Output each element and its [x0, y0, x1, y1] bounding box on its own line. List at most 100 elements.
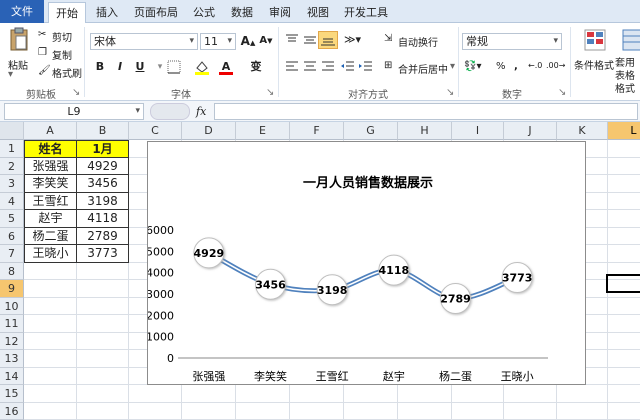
- row-header-6[interactable]: 6: [0, 227, 24, 245]
- row-header-11[interactable]: 11: [0, 315, 24, 333]
- column-header-A[interactable]: A: [24, 122, 77, 140]
- underline-button[interactable]: U: [132, 59, 148, 75]
- row-header-1[interactable]: 1: [0, 140, 24, 158]
- alignment-launcher-icon[interactable]: ↘: [446, 87, 454, 98]
- align-bottom-icon[interactable]: [318, 31, 338, 49]
- table-cell[interactable]: 王晓小: [24, 245, 77, 263]
- table-cell[interactable]: 李笑笑: [24, 175, 77, 193]
- font-size-select[interactable]: 11 ▾: [200, 33, 236, 50]
- name-box[interactable]: L9 ▾: [4, 103, 144, 120]
- table-cell[interactable]: 2789: [77, 227, 129, 245]
- insert-function-button[interactable]: fx: [196, 103, 206, 120]
- wrap-text-button[interactable]: 自动换行: [398, 34, 438, 49]
- column-header-E[interactable]: E: [236, 122, 290, 140]
- row-header-4[interactable]: 4: [0, 192, 24, 210]
- tab-insert[interactable]: 插入: [88, 2, 126, 23]
- column-header-J[interactable]: J: [504, 122, 557, 140]
- table-format-icon[interactable]: [622, 29, 640, 54]
- conditional-format-button[interactable]: 条件格式: [574, 57, 614, 72]
- row-header-10[interactable]: 10: [0, 297, 24, 315]
- table-format-button[interactable]: 套用表格格式: [615, 57, 640, 96]
- table-header-cell[interactable]: 姓名: [24, 140, 77, 158]
- comma-style-button[interactable]: ,: [514, 61, 518, 72]
- row-header-7[interactable]: 7: [0, 245, 24, 263]
- font-size-dropdown-icon[interactable]: ▾: [227, 34, 232, 49]
- column-header-G[interactable]: G: [344, 122, 398, 140]
- shrink-font-icon[interactable]: A▼: [258, 33, 274, 49]
- row-header-13[interactable]: 13: [0, 350, 24, 368]
- currency-icon[interactable]: 💱▾: [464, 61, 481, 72]
- borders-icon[interactable]: [166, 59, 182, 75]
- tab-home[interactable]: 开始: [48, 2, 86, 24]
- column-header-B[interactable]: B: [77, 122, 129, 140]
- copy-button[interactable]: 复制: [52, 47, 72, 62]
- row-header-8[interactable]: 8: [0, 262, 24, 280]
- align-center-icon[interactable]: [302, 59, 318, 76]
- tab-review[interactable]: 审阅: [262, 2, 298, 23]
- column-header-C[interactable]: C: [129, 122, 182, 140]
- column-header-H[interactable]: H: [398, 122, 452, 140]
- table-cell[interactable]: 4929: [77, 157, 129, 175]
- merge-dropdown-icon[interactable]: ▾: [450, 61, 455, 72]
- percent-button[interactable]: %: [496, 61, 506, 72]
- tab-file[interactable]: 文件: [0, 0, 44, 23]
- font-name-dropdown-icon[interactable]: ▾: [189, 34, 194, 49]
- column-header-L[interactable]: L: [608, 122, 640, 140]
- column-header-I[interactable]: I: [452, 122, 504, 140]
- italic-button[interactable]: I: [112, 59, 128, 75]
- table-cell[interactable]: 王雪红: [24, 192, 77, 210]
- align-top-icon[interactable]: [284, 33, 300, 50]
- grow-font-icon[interactable]: A▲: [240, 33, 256, 49]
- align-middle-icon[interactable]: [302, 33, 318, 50]
- align-right-icon[interactable]: [320, 59, 336, 76]
- number-format-select[interactable]: 常规 ▾: [462, 33, 562, 50]
- increase-indent-icon[interactable]: [358, 59, 374, 76]
- conditional-format-icon[interactable]: [584, 29, 606, 54]
- table-cell[interactable]: 3198: [77, 192, 129, 210]
- paste-dropdown-icon[interactable]: ▾: [8, 69, 13, 80]
- increase-decimal-icon[interactable]: ←.0: [528, 61, 542, 70]
- row-header-3[interactable]: 3: [0, 175, 24, 193]
- table-cell[interactable]: 杨二蛋: [24, 227, 77, 245]
- active-cell-cursor[interactable]: [606, 274, 640, 293]
- column-header-F[interactable]: F: [290, 122, 344, 140]
- table-header-cell[interactable]: 1月: [77, 140, 129, 158]
- clipboard-launcher-icon[interactable]: ↘: [72, 87, 80, 98]
- tab-developer[interactable]: 开发工具: [338, 2, 394, 23]
- format-painter-button[interactable]: 格式刷: [52, 65, 82, 80]
- row-header-2[interactable]: 2: [0, 157, 24, 175]
- row-header-15[interactable]: 15: [0, 385, 24, 403]
- tab-view[interactable]: 视图: [300, 2, 336, 23]
- font-launcher-icon[interactable]: ↘: [266, 87, 274, 98]
- font-name-select[interactable]: 宋体 ▾: [90, 33, 198, 50]
- table-cell[interactable]: 3456: [77, 175, 129, 193]
- tab-page-layout[interactable]: 页面布局: [128, 2, 184, 23]
- paste-icon[interactable]: [8, 27, 30, 53]
- row-header-12[interactable]: 12: [0, 332, 24, 350]
- column-header-K[interactable]: K: [557, 122, 608, 140]
- fill-color-icon[interactable]: [194, 59, 210, 75]
- number-launcher-icon[interactable]: ↘: [558, 87, 566, 98]
- cut-button[interactable]: 剪切: [52, 29, 72, 44]
- number-format-dropdown-icon[interactable]: ▾: [553, 34, 558, 49]
- row-header-14[interactable]: 14: [0, 367, 24, 385]
- phonetic-button[interactable]: 变: [248, 59, 264, 75]
- column-header-D[interactable]: D: [182, 122, 236, 140]
- decrease-indent-icon[interactable]: [340, 59, 356, 76]
- table-cell[interactable]: 4118: [77, 210, 129, 228]
- line-chart[interactable]: 一月人员销售数据展示 0 1000 2000 3000 4000 5000 6000 张强强 李…: [146, 141, 586, 385]
- row-header-9[interactable]: 9: [0, 280, 24, 298]
- table-cell[interactable]: 3773: [77, 245, 129, 263]
- bold-button[interactable]: B: [92, 59, 108, 75]
- select-all-corner[interactable]: [0, 122, 24, 140]
- font-color-button[interactable]: A: [218, 59, 234, 75]
- decrease-decimal-icon[interactable]: .00→: [546, 61, 565, 70]
- merge-center-button[interactable]: 合并后居中: [398, 61, 448, 76]
- formula-input[interactable]: [214, 103, 638, 120]
- tab-formulas[interactable]: 公式: [186, 2, 222, 23]
- name-box-dropdown-icon[interactable]: ▾: [135, 104, 140, 119]
- row-header-5[interactable]: 5: [0, 210, 24, 228]
- table-cell[interactable]: 张强强: [24, 157, 77, 175]
- tab-data[interactable]: 数据: [224, 2, 260, 23]
- orientation-icon[interactable]: ≫▾: [344, 33, 361, 46]
